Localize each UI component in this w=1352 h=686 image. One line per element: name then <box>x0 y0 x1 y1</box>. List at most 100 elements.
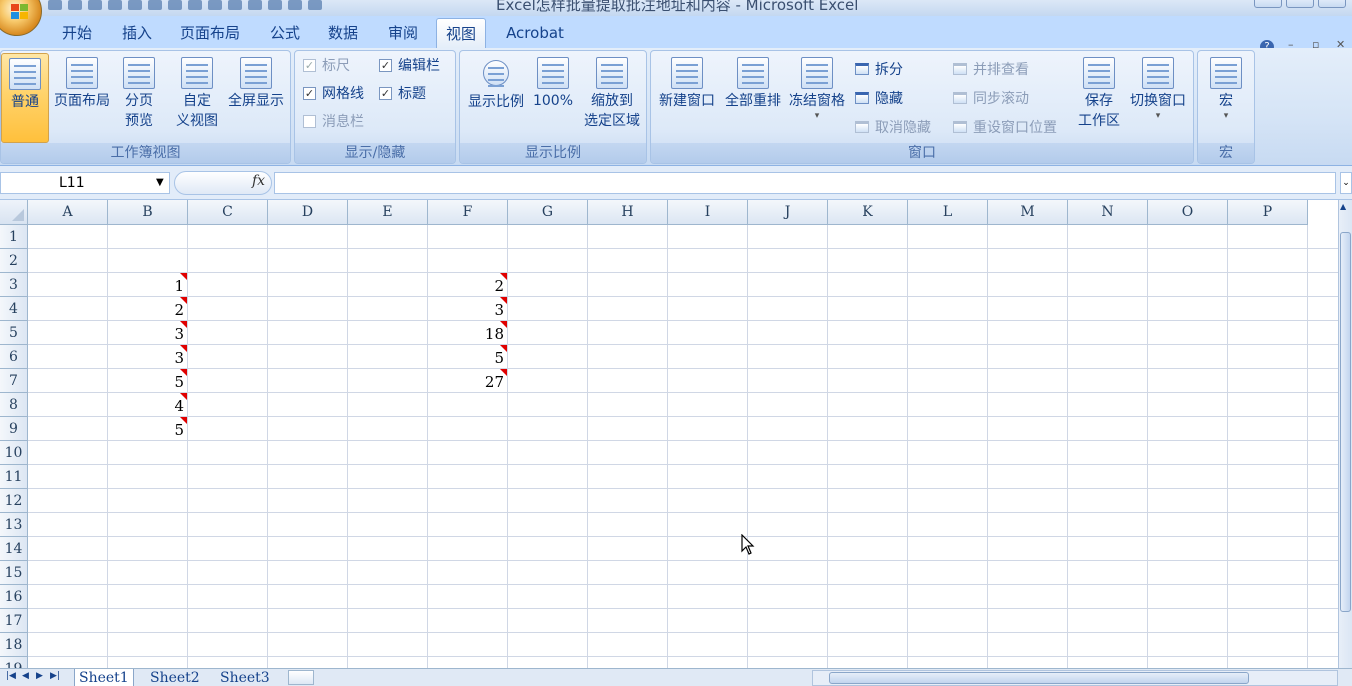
formula-input[interactable] <box>274 172 1336 194</box>
cell-b6[interactable]: 3 <box>108 345 188 369</box>
comment-indicator-b6[interactable] <box>180 345 187 352</box>
column-header-f[interactable]: F <box>428 200 508 225</box>
column-header-d[interactable]: D <box>268 200 348 225</box>
horizontal-scrollbar[interactable] <box>812 670 1338 686</box>
cell-b7[interactable]: 5 <box>108 369 188 393</box>
cell-f3[interactable]: 2 <box>428 273 508 297</box>
row-header-3[interactable]: 3 <box>0 273 28 297</box>
comment-indicator-b7[interactable] <box>180 369 187 376</box>
column-header-p[interactable]: P <box>1228 200 1308 225</box>
print2-icon[interactable] <box>248 0 262 10</box>
comment-indicator-f6[interactable] <box>500 345 507 352</box>
cell-b8[interactable]: 4 <box>108 393 188 417</box>
tab-page-layout[interactable]: 页面布局 <box>174 18 246 48</box>
unhide-button[interactable]: 取消隐藏 <box>855 117 931 137</box>
column-header-c[interactable]: C <box>188 200 268 225</box>
comment-indicator-b8[interactable] <box>180 393 187 400</box>
tab-review[interactable]: 审阅 <box>380 18 426 48</box>
worksheet-grid[interactable]: ABCDEFGHIJKLMNOP 1 2 3 4 5 6 7 8 9 10 11 12 13 14 15 16… <box>0 200 1338 668</box>
reset-window-position-button[interactable]: 重设窗口位置 <box>953 117 1057 137</box>
close-button[interactable] <box>1318 0 1346 8</box>
select-all-button[interactable] <box>0 200 28 225</box>
column-header-i[interactable]: I <box>668 200 748 225</box>
column-header-n[interactable]: N <box>1068 200 1148 225</box>
row-header-7[interactable]: 7 <box>0 369 28 393</box>
tab-acrobat[interactable]: Acrobat <box>498 18 572 48</box>
format-painter-icon[interactable] <box>208 0 222 10</box>
row-header-17[interactable]: 17 <box>0 609 28 633</box>
cell-b3[interactable]: 1 <box>108 273 188 297</box>
row-header-15[interactable]: 15 <box>0 561 28 585</box>
tab-view[interactable]: 视图 <box>436 18 486 48</box>
paste-icon[interactable] <box>188 0 202 10</box>
headings-checkbox[interactable]: ✓ 标题 <box>379 83 426 103</box>
tab-home[interactable]: 开始 <box>54 18 100 48</box>
column-header-a[interactable]: A <box>28 200 108 225</box>
undo-icon[interactable] <box>68 0 82 10</box>
scroll-up-icon[interactable]: ▲ <box>1340 202 1346 211</box>
zoom-to-selection-button[interactable]: 缩放到 选定区域 <box>578 53 646 131</box>
row-header-19[interactable]: 19 <box>0 657 28 668</box>
comment-indicator-f5[interactable] <box>500 321 507 328</box>
cell-f7[interactable]: 27 <box>428 369 508 393</box>
comment-indicator-b9[interactable] <box>180 417 187 424</box>
column-header-g[interactable]: G <box>508 200 588 225</box>
open-icon[interactable] <box>288 0 302 10</box>
prev-sheet-icon[interactable]: ◀ <box>22 671 29 681</box>
row-header-13[interactable]: 13 <box>0 513 28 537</box>
row-header-14[interactable]: 14 <box>0 537 28 561</box>
restore-button[interactable] <box>1286 0 1314 8</box>
expand-formula-bar-icon[interactable]: ⌄ <box>1340 172 1352 194</box>
comment-indicator-f4[interactable] <box>500 297 507 304</box>
formula-bar-checkbox[interactable]: ✓ 编辑栏 <box>379 55 440 75</box>
sheet-tab-1[interactable]: Sheet1 <box>74 669 134 686</box>
redo-icon[interactable] <box>88 0 102 10</box>
comment-indicator-f3[interactable] <box>500 273 507 280</box>
macros-button[interactable]: 宏 ▾ <box>1202 53 1250 121</box>
sheet-tab-2[interactable]: Sheet2 <box>146 669 204 686</box>
row-header-12[interactable]: 12 <box>0 489 28 513</box>
print-icon[interactable] <box>228 0 242 10</box>
new-window-button[interactable]: 新建窗口 <box>653 53 721 111</box>
save-workspace-button[interactable]: 保存 工作区 <box>1075 53 1123 131</box>
normal-view-button[interactable]: 普通 <box>1 53 49 143</box>
tab-data[interactable]: 数据 <box>320 18 366 48</box>
row-header-6[interactable]: 6 <box>0 345 28 369</box>
custom-views-button[interactable]: 自定 义视图 <box>173 53 221 131</box>
ruler-checkbox[interactable]: ✓ 标尺 <box>303 55 350 75</box>
row-header-10[interactable]: 10 <box>0 441 28 465</box>
row-header-11[interactable]: 11 <box>0 465 28 489</box>
minimize-button[interactable] <box>1254 0 1282 8</box>
vertical-scroll-thumb[interactable] <box>1340 232 1351 612</box>
column-header-m[interactable]: M <box>988 200 1068 225</box>
row-header-5[interactable]: 5 <box>0 321 28 345</box>
grid-icon[interactable] <box>148 0 162 10</box>
column-header-b[interactable]: B <box>108 200 188 225</box>
comment-indicator-f7[interactable] <box>500 369 507 376</box>
tab-formulas[interactable]: 公式 <box>262 18 308 48</box>
cell-b5[interactable]: 3 <box>108 321 188 345</box>
comment-indicator-b4[interactable] <box>180 297 187 304</box>
column-header-l[interactable]: L <box>908 200 988 225</box>
message-bar-checkbox[interactable]: 消息栏 <box>303 111 364 131</box>
vertical-scrollbar[interactable]: ▲ <box>1338 200 1352 668</box>
zoom-button[interactable]: 显示比例 <box>464 53 528 112</box>
zoom-100-button[interactable]: 100% <box>530 53 576 111</box>
insert-sheet-icon[interactable] <box>288 670 314 685</box>
gridlines-checkbox[interactable]: ✓ 网格线 <box>303 83 364 103</box>
split-button[interactable]: 拆分 <box>855 59 903 79</box>
print-preview-icon[interactable] <box>108 0 122 10</box>
name-box[interactable]: L11 <box>0 172 170 194</box>
column-header-o[interactable]: O <box>1148 200 1228 225</box>
page-break-preview-button[interactable]: 分页 预览 <box>117 53 161 131</box>
row-header-1[interactable]: 1 <box>0 225 28 249</box>
cell-f4[interactable]: 3 <box>428 297 508 321</box>
hide-button[interactable]: 隐藏 <box>855 88 903 108</box>
comment-indicator-b3[interactable] <box>180 273 187 280</box>
cell-b9[interactable]: 5 <box>108 417 188 441</box>
freeze-panes-button[interactable]: 冻结窗格 ▾ <box>785 53 849 121</box>
cell-f5[interactable]: 18 <box>428 321 508 345</box>
sync-scroll-button[interactable]: 同步滚动 <box>953 88 1029 108</box>
first-sheet-icon[interactable]: |◀ <box>6 671 16 681</box>
row-header-9[interactable]: 9 <box>0 417 28 441</box>
